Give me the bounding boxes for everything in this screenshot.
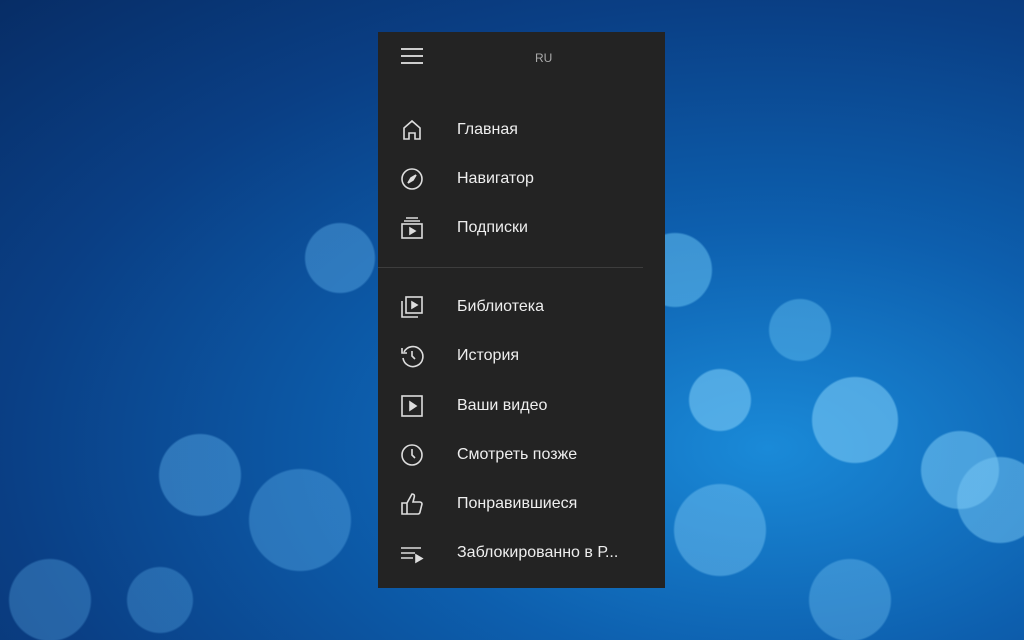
language-label[interactable]: RU xyxy=(535,51,552,65)
menu-item-label: Смотреть позже xyxy=(457,446,578,463)
menu-item-subscriptions[interactable]: Подписки xyxy=(378,206,665,250)
menu-item-playlist[interactable]: Заблокированно в Р... xyxy=(378,531,665,575)
thumbs-up-icon xyxy=(400,492,424,516)
playlist-icon xyxy=(400,541,424,565)
history-icon xyxy=(400,344,424,368)
library-icon xyxy=(400,295,424,319)
menu-item-liked[interactable]: Понравившиеся xyxy=(378,482,665,526)
your-videos-icon xyxy=(400,394,424,418)
menu-item-label: Заблокированно в Р... xyxy=(457,544,619,561)
menu-divider xyxy=(378,267,643,268)
menu-item-label: Понравившиеся xyxy=(457,495,578,512)
menu-item-label: Навигатор xyxy=(457,170,534,187)
compass-icon xyxy=(400,167,424,191)
menu-item-library[interactable]: Библиотека xyxy=(378,285,665,329)
menu-item-label: История xyxy=(457,347,520,364)
menu-item-label: Ваши видео xyxy=(457,397,548,414)
menu-item-label: Подписки xyxy=(457,219,528,236)
menu-item-explore[interactable]: Навигатор xyxy=(378,157,665,201)
menu-item-label: Библиотека xyxy=(457,298,544,315)
watch-later-icon xyxy=(400,443,424,467)
menu-item-watch-later[interactable]: Смотреть позже xyxy=(378,433,665,477)
home-icon xyxy=(400,118,424,142)
hamburger-menu-button[interactable] xyxy=(401,46,425,66)
side-menu-panel: RU Главная Навигатор Подписки Библиотека… xyxy=(378,32,665,588)
menu-item-label: Главная xyxy=(457,121,518,138)
menu-item-history[interactable]: История xyxy=(378,334,665,378)
subscriptions-icon xyxy=(400,216,424,240)
menu-item-home[interactable]: Главная xyxy=(378,108,665,152)
menu-item-your-videos[interactable]: Ваши видео xyxy=(378,384,665,428)
